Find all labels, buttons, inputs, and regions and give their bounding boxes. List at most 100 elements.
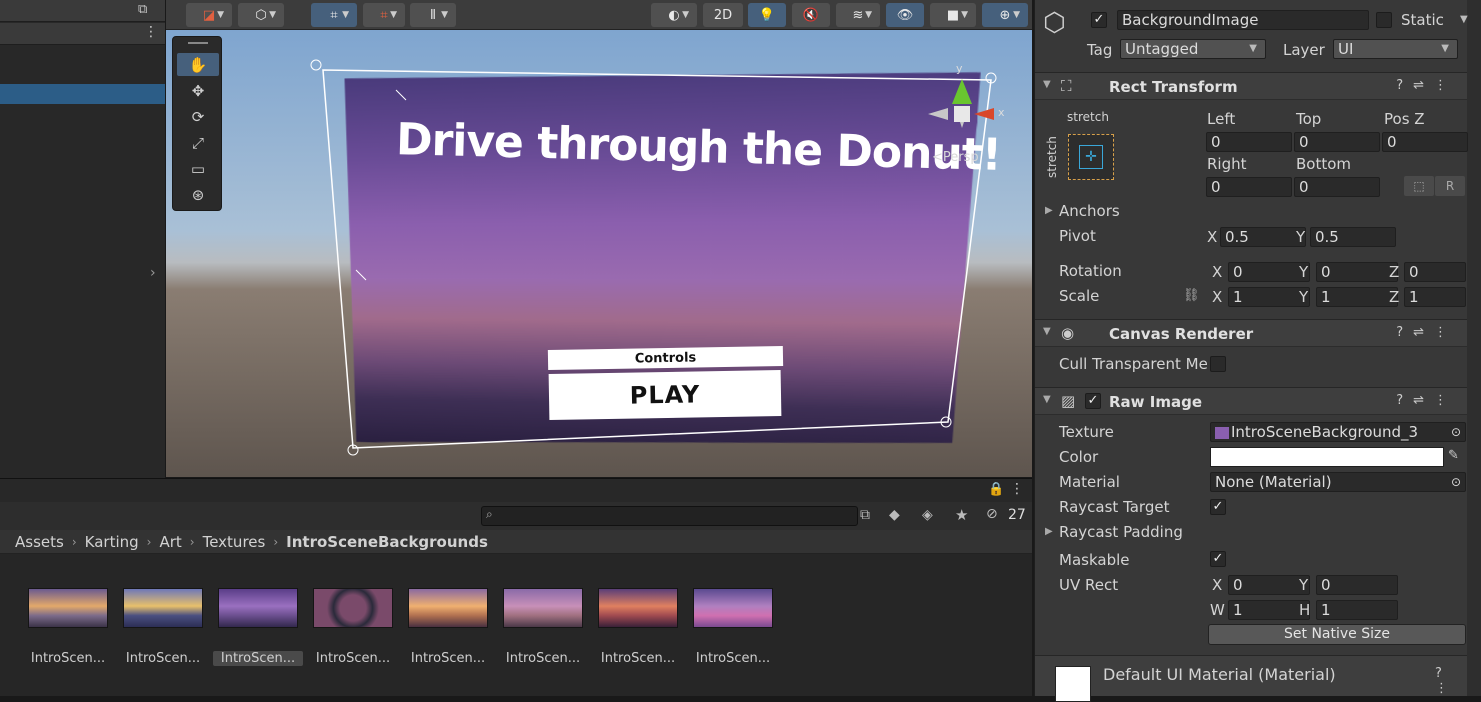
scale-y-field[interactable]: 1 [1316, 287, 1398, 307]
uv-x-field[interactable]: 0 [1228, 575, 1310, 595]
asset-thumbnail[interactable] [28, 588, 108, 628]
snap-toggle-button[interactable]: ⌗ ▼ [363, 3, 405, 27]
scale-x-field[interactable]: 1 [1228, 287, 1310, 307]
asset-thumbnail[interactable] [218, 588, 298, 628]
asset-thumbnail[interactable] [408, 588, 488, 628]
object-picker-icon[interactable]: ⊙ [1451, 473, 1461, 491]
component-actions[interactable]: ?⇌⋮ [1396, 78, 1457, 93]
asset-label[interactable]: IntroScen... [403, 651, 493, 666]
pivot-x-field[interactable]: 0.5 [1220, 227, 1306, 247]
orientation-gizmo[interactable]: y x [926, 50, 1006, 150]
color-swatch[interactable] [1210, 447, 1444, 467]
static-dropdown-icon[interactable]: ▼ [1460, 14, 1468, 25]
move-tool-icon[interactable]: ✥ [177, 79, 219, 102]
eyedropper-icon[interactable]: ✎ [1448, 448, 1459, 463]
uv-y-field[interactable]: 0 [1316, 575, 1398, 595]
tag-dropdown[interactable]: Untagged ▼ [1120, 39, 1266, 59]
draw-mode-button[interactable]: ◐ ▼ [651, 3, 697, 27]
inspector-scrollbar[interactable] [1467, 0, 1481, 696]
shading-mode-button[interactable]: ⬡ ▼ [238, 3, 284, 27]
search-by-type-icon[interactable]: ⧉ [860, 507, 870, 523]
grid-toggle-button[interactable]: ⌗ ▼ [311, 3, 357, 27]
drag-handle[interactable] [188, 42, 208, 44]
gizmo-toggle-button[interactable]: ◪ ▼ [186, 3, 232, 27]
more-options-icon[interactable]: ⋮ [144, 24, 158, 40]
raycast-padding-label[interactable]: Raycast Padding [1059, 523, 1183, 541]
texture-field[interactable]: IntroSceneBackground_3 ⊙ [1210, 422, 1466, 442]
scale-tool-icon[interactable]: ⤢ [177, 131, 219, 154]
asset-thumbnail[interactable] [313, 588, 393, 628]
left-field[interactable]: 0 [1206, 132, 1292, 152]
component-actions[interactable]: ?⋮ [1435, 666, 1467, 696]
raycast-target-checkbox[interactable]: ✓ [1210, 499, 1226, 515]
layer-dropdown[interactable]: UI ▼ [1333, 39, 1458, 59]
rotate-tool-icon[interactable]: ⟳ [177, 105, 219, 128]
rect-transform-header[interactable]: ▼ ⛶ Rect Transform ?⇌⋮ [1035, 72, 1467, 100]
set-native-size-button[interactable]: Set Native Size [1208, 624, 1466, 645]
raw-edit-mode-icon[interactable]: R [1435, 176, 1465, 196]
raw-image-header[interactable]: ▼ ▨ ✓ Raw Image ?⇌⋮ [1035, 387, 1467, 415]
expand-arrow-icon[interactable]: ▶ [1045, 205, 1053, 216]
search-input[interactable]: ⌕ [481, 506, 858, 526]
pivot-y-field[interactable]: 0.5 [1310, 227, 1396, 247]
lock-icon[interactable]: 🔒 [988, 482, 1004, 497]
hand-tool-icon[interactable]: ✋ [177, 53, 219, 76]
maskable-checkbox[interactable]: ✓ [1210, 551, 1226, 567]
hierarchy-selected-row[interactable] [0, 84, 165, 104]
canvas-renderer-header[interactable]: ▼ ◉ Canvas Renderer ?⇌⋮ [1035, 319, 1467, 347]
object-picker-icon[interactable]: ⊙ [1451, 423, 1461, 441]
label-filter-icon[interactable]: ◈ [922, 507, 933, 523]
rotation-y-field[interactable]: 0 [1316, 262, 1398, 282]
rect-tool-icon[interactable]: ▭ [177, 157, 219, 180]
breadcrumb-introscenebackgrounds[interactable]: IntroSceneBackgrounds [286, 533, 488, 551]
component-actions[interactable]: ?⇌⋮ [1396, 325, 1457, 340]
top-field[interactable]: 0 [1294, 132, 1380, 152]
bottom-field[interactable]: 0 [1294, 177, 1380, 197]
blueprint-mode-icon[interactable]: ⬚ [1404, 176, 1434, 196]
anchor-presets-button[interactable]: ✛ [1068, 134, 1114, 180]
2d-toggle-button[interactable]: 2D [703, 3, 743, 27]
collapse-arrow-icon[interactable]: ▼ [1043, 79, 1051, 90]
transform-tool-icon[interactable]: ⊛ [177, 183, 219, 206]
play-button[interactable]: PLAY [548, 369, 782, 421]
controls-button[interactable]: Controls [547, 345, 784, 371]
cull-transparent-checkbox[interactable] [1210, 356, 1226, 372]
uv-h-field[interactable]: 1 [1316, 600, 1398, 620]
constrain-proportions-icon[interactable]: ⛓ [1183, 288, 1200, 303]
posz-field[interactable]: 0 [1382, 132, 1468, 152]
breadcrumb-karting[interactable]: Karting [85, 533, 139, 551]
asset-label[interactable]: IntroScen... [23, 651, 113, 666]
anchors-label[interactable]: Anchors [1059, 202, 1120, 220]
rotation-x-field[interactable]: 0 [1228, 262, 1310, 282]
scale-z-field[interactable]: 1 [1404, 287, 1466, 307]
gizmos-button[interactable]: ⊕ ▼ [982, 3, 1028, 27]
right-field[interactable]: 0 [1206, 177, 1292, 197]
uv-w-field[interactable]: 1 [1228, 600, 1310, 620]
raw-image-enabled-checkbox[interactable]: ✓ [1085, 393, 1101, 409]
collapse-arrow-icon[interactable]: ▼ [1043, 326, 1051, 337]
lighting-toggle-icon[interactable]: 💡 [748, 3, 786, 27]
maximize-icon[interactable]: ⧉ [138, 2, 147, 17]
filter-type-icon[interactable]: ◆ [889, 507, 900, 523]
effects-toggle-button[interactable]: ≋ ▼ [836, 3, 880, 27]
asset-label[interactable]: IntroScen... [593, 651, 683, 666]
collapse-arrow-icon[interactable]: ▼ [1043, 394, 1051, 405]
asset-label[interactable]: IntroScen... [118, 651, 208, 666]
component-actions[interactable]: ?⇌⋮ [1396, 393, 1457, 408]
visibility-toggle-icon[interactable]: 👁 [886, 3, 924, 27]
static-checkbox[interactable] [1376, 12, 1392, 28]
perspective-label[interactable]: <Persp [932, 150, 979, 165]
asset-thumbnail[interactable] [598, 588, 678, 628]
camera-settings-button[interactable]: ■ ▼ [930, 3, 976, 27]
scene-view[interactable]: Drive through the Donut! Controls PLAY ✋… [166, 30, 1032, 477]
expand-arrow-icon[interactable]: ▶ [1045, 526, 1053, 537]
chevron-right-icon[interactable]: › [150, 265, 156, 281]
increment-snap-button[interactable]: ⦀ ▼ [410, 3, 456, 27]
material-field[interactable]: None (Material) ⊙ [1210, 472, 1466, 492]
asset-thumbnail[interactable] [123, 588, 203, 628]
active-checkbox[interactable]: ✓ [1091, 12, 1107, 28]
rotation-z-field[interactable]: 0 [1404, 262, 1466, 282]
asset-label[interactable]: IntroScen... [498, 651, 588, 666]
breadcrumb-textures[interactable]: Textures [203, 533, 266, 551]
hidden-packages-icon[interactable]: ⊘ [986, 506, 998, 522]
